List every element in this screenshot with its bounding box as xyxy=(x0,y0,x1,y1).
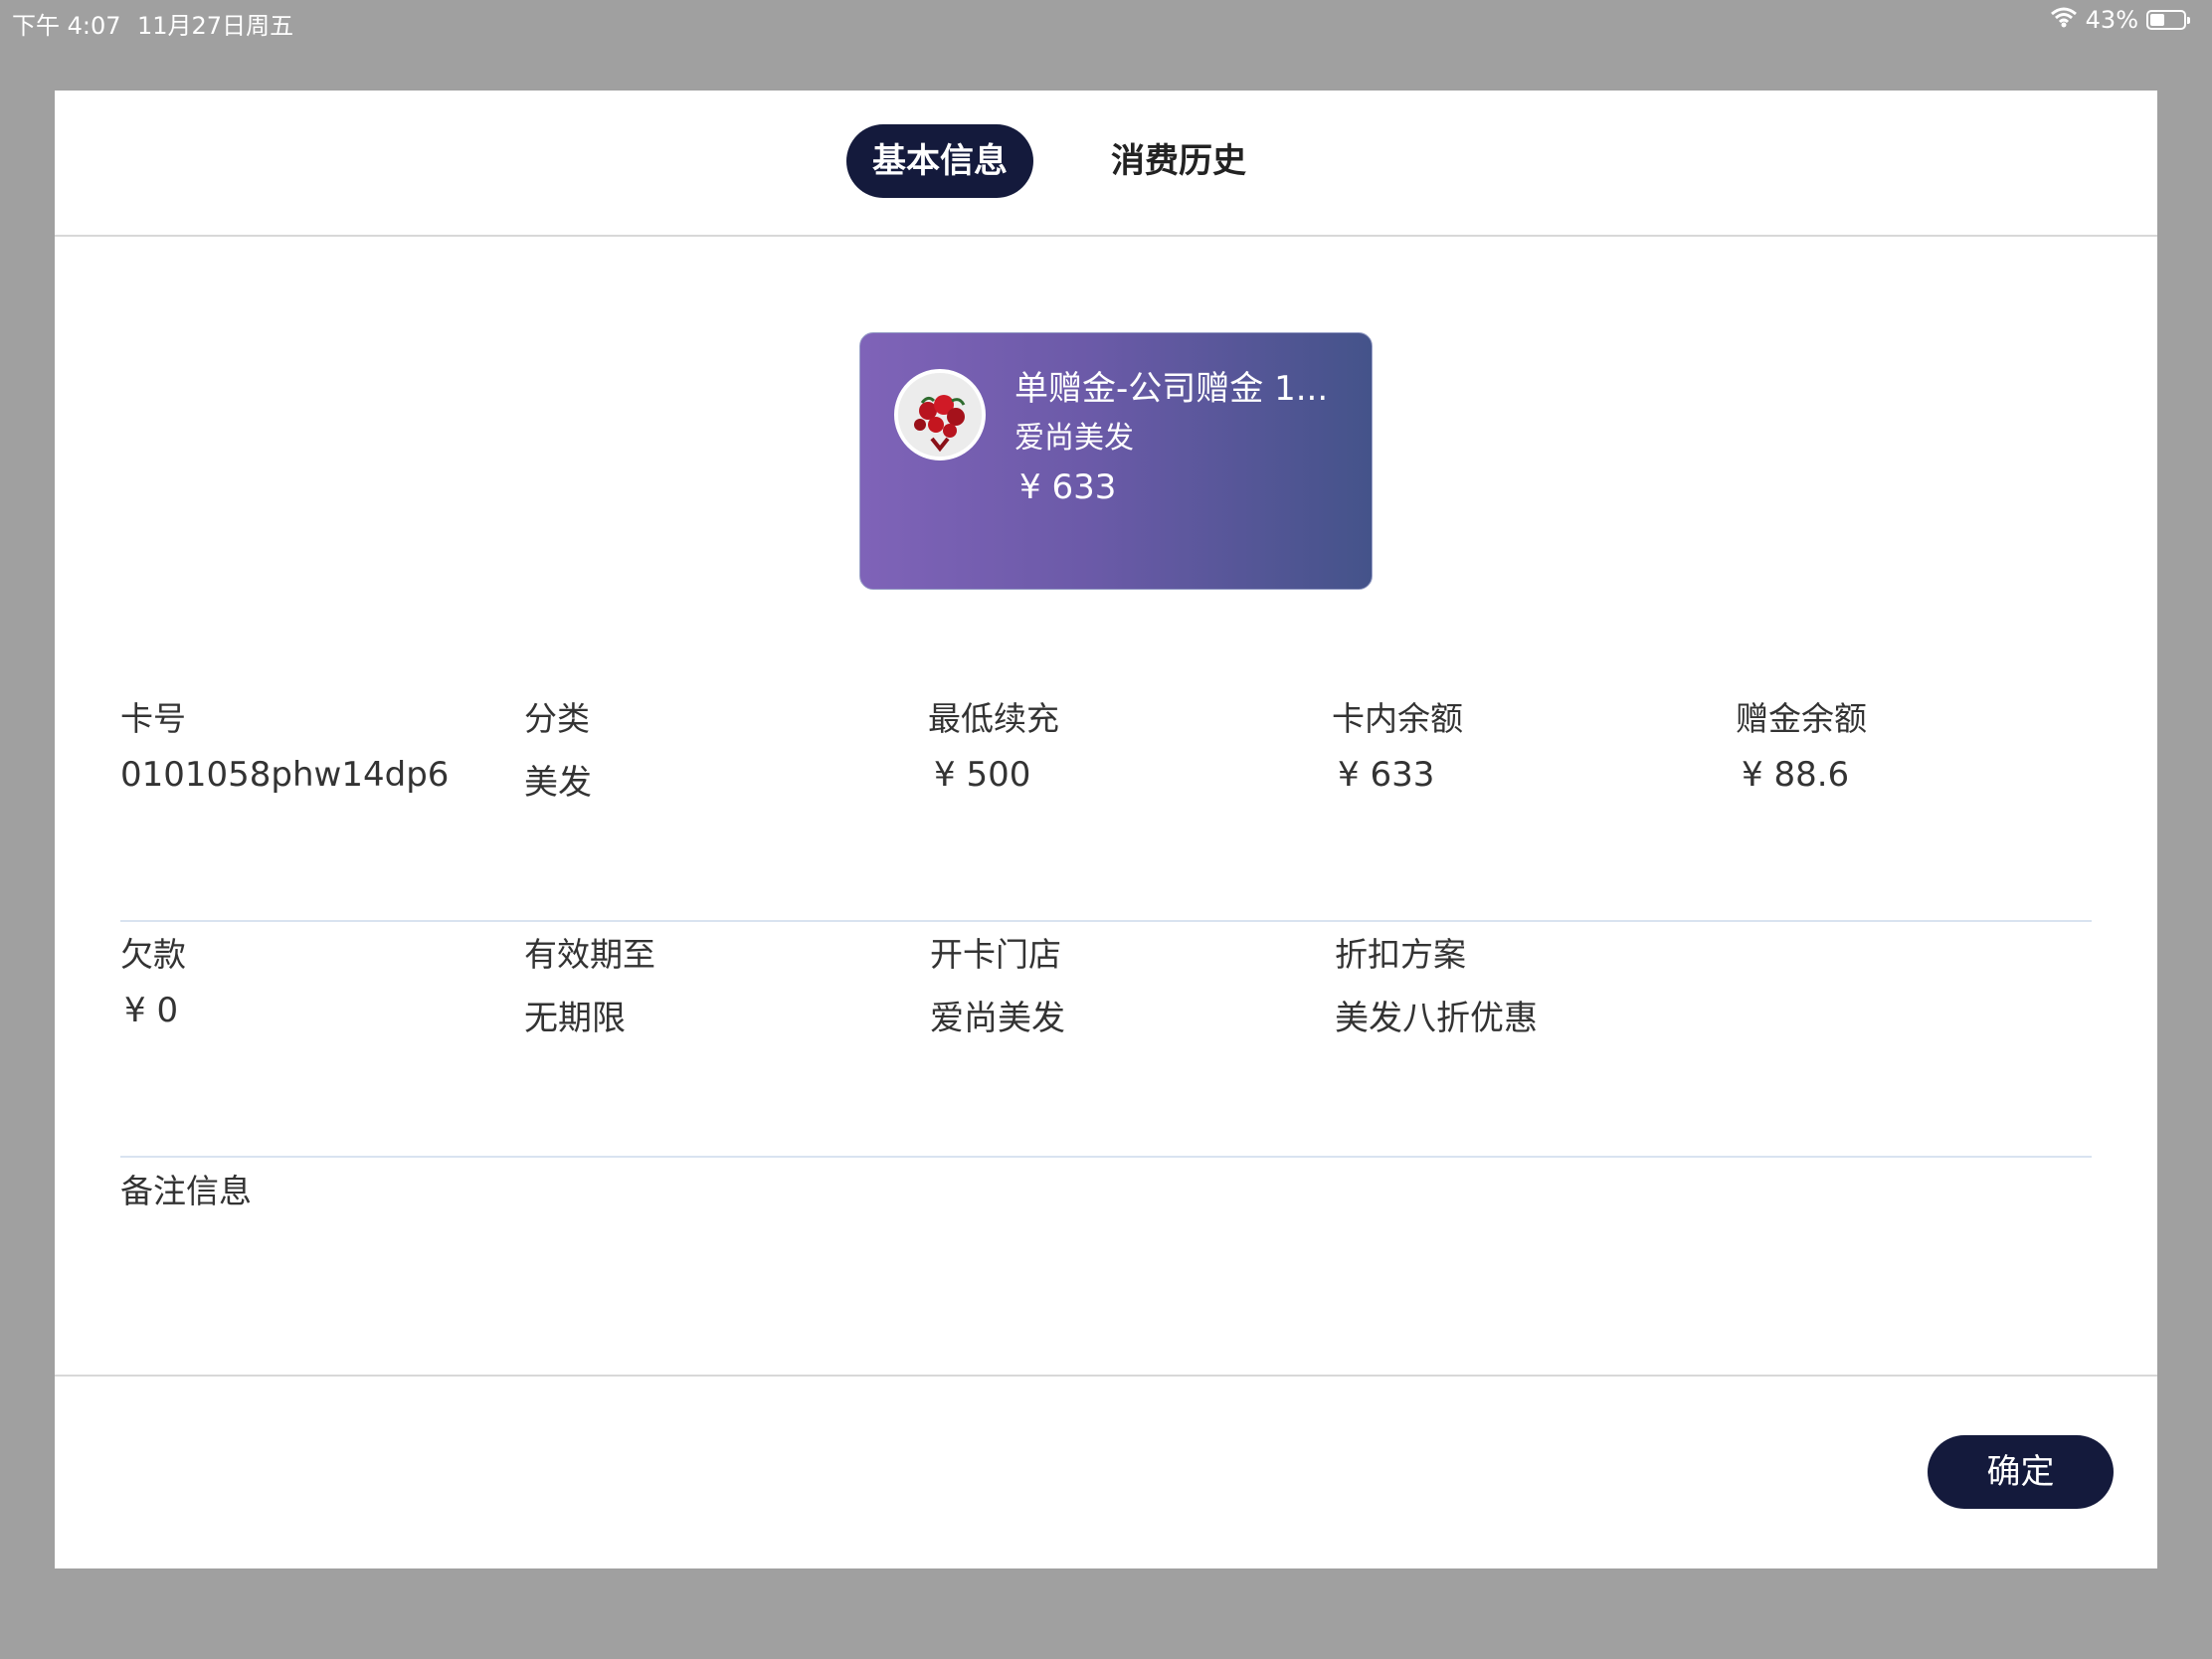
min-recharge-value: ¥ 500 xyxy=(934,755,1031,795)
tab-bar: 基本信息 消费历史 xyxy=(55,91,2157,237)
debt-label: 欠款 xyxy=(120,935,186,974)
opening-store-label: 开卡门店 xyxy=(930,935,1061,974)
card-title: 单赠金-公司赠金 1... xyxy=(1014,369,1329,409)
valid-until-value: 无期限 xyxy=(524,999,626,1038)
card-balance: ¥ 633 xyxy=(1019,467,1117,507)
confirm-button[interactable]: 确定 xyxy=(1928,1435,2114,1509)
min-recharge-label: 最低续充 xyxy=(928,699,1059,738)
card-store-name: 爱尚美发 xyxy=(1014,421,1134,456)
debt-value: ¥ 0 xyxy=(124,991,179,1030)
opening-store-value: 爱尚美发 xyxy=(930,999,1065,1038)
card-number-value: 0101058phw14dp6 xyxy=(120,755,450,795)
category-value: 美发 xyxy=(524,763,592,803)
card-detail-modal: 基本信息 消费历史 单赠金-公司赠金 1... 爱尚美发 ¥ 633 卡号 01… xyxy=(55,91,2157,1568)
wifi-icon xyxy=(2050,6,2078,34)
card-balance-value: ¥ 633 xyxy=(1338,755,1435,795)
status-indicators: 43% xyxy=(2050,6,2190,34)
footer-divider xyxy=(55,1375,2157,1377)
card-number-label: 卡号 xyxy=(120,699,186,738)
discount-plan-value: 美发八折优惠 xyxy=(1335,999,1538,1038)
bonus-balance-value: ¥ 88.6 xyxy=(1742,755,1850,795)
discount-plan-label: 折扣方案 xyxy=(1335,935,1466,974)
battery-percentage: 43% xyxy=(2085,6,2138,34)
valid-until-label: 有效期至 xyxy=(524,935,655,974)
remark-label: 备注信息 xyxy=(120,1172,252,1210)
status-bar: 下午 4:07 11月27日周五 43% xyxy=(0,0,2212,40)
card-balance-label: 卡内余额 xyxy=(1332,699,1463,738)
tab-basic-info[interactable]: 基本信息 xyxy=(846,124,1033,198)
status-time: 下午 4:07 xyxy=(12,12,121,40)
battery-icon xyxy=(2146,10,2190,30)
divider xyxy=(120,1156,2092,1158)
category-label: 分类 xyxy=(524,699,590,738)
bonus-balance-label: 赠金余额 xyxy=(1736,699,1867,738)
status-date: 11月27日周五 xyxy=(137,12,294,40)
membership-card: 单赠金-公司赠金 1... 爱尚美发 ¥ 633 xyxy=(859,332,1373,590)
store-avatar xyxy=(894,369,986,461)
battery-fill xyxy=(2150,14,2164,26)
tab-consumption-history[interactable]: 消费历史 xyxy=(1089,124,1268,198)
divider xyxy=(120,920,2092,922)
